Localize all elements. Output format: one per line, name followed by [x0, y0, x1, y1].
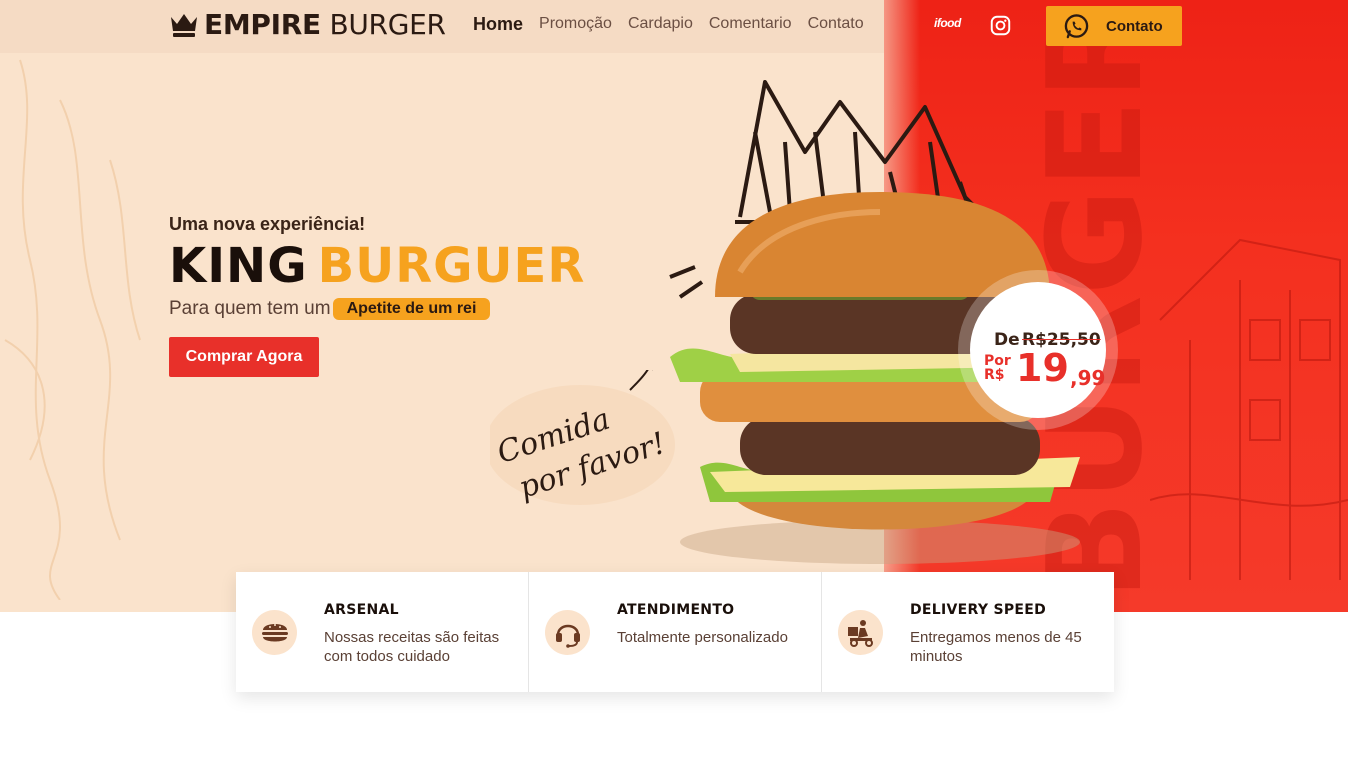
sketch-decoration — [4, 59, 141, 600]
feature-card: ATENDIMENTO Totalmente personalizado — [529, 572, 822, 692]
hero-subtitle: Para quem tem um Apetite de um rei — [169, 298, 491, 320]
main-menu: Home Promoção Cardapio Comentario Contat… — [473, 14, 864, 35]
price-new-cents: ,99 — [1070, 366, 1106, 390]
hero-title-dark: KING — [169, 238, 308, 294]
building-sketch — [1150, 238, 1348, 580]
nav-comentario[interactable]: Comentario — [709, 15, 792, 35]
instagram-icon[interactable] — [990, 15, 1011, 36]
headset-icon — [545, 610, 590, 655]
hero-title: KING BURGUER — [169, 238, 585, 294]
brand-name: EMPIRE BURGER — [204, 8, 446, 41]
price-for-label: Por R$ — [984, 354, 1011, 382]
contact-button[interactable]: Contato — [1046, 6, 1182, 46]
whatsapp-icon — [1064, 13, 1089, 38]
brand-logo[interactable]: EMPIRE BURGER — [168, 8, 446, 41]
feature-text: Nossas receitas são feitas com todos cui… — [324, 629, 500, 665]
nav-promocao[interactable]: Promoção — [539, 15, 612, 35]
features-bar: ARSENAL Nossas receitas são feitas com t… — [236, 572, 1114, 692]
feature-title: ARSENAL — [324, 602, 399, 618]
hero-subtitle-text: Para quem tem um — [169, 298, 331, 319]
contact-button-label: Contato — [1106, 17, 1163, 35]
ifood-icon[interactable]: ifood — [934, 16, 961, 30]
nav-contato[interactable]: Contato — [808, 15, 864, 35]
crown-icon — [171, 13, 197, 37]
hero-tagline: Uma nova experiência! — [169, 214, 366, 234]
burger-icon — [252, 610, 297, 655]
price-badge-inner: De R$25,50 Por R$ 19 ,99 — [970, 282, 1106, 418]
feature-card: DELIVERY SPEED Entregamos menos de 45 mi… — [822, 572, 1114, 692]
nav-home[interactable]: Home — [473, 14, 523, 35]
buy-now-button[interactable]: Comprar Agora — [169, 337, 319, 377]
nav-cardapio[interactable]: Cardapio — [628, 15, 693, 35]
feature-title: DELIVERY SPEED — [910, 602, 1047, 618]
price-currency: R$ — [984, 367, 1005, 383]
landing-page: BURGER EMPIRE BURGER Home Promoção Carda… — [0, 0, 1348, 765]
feature-text: Totalmente personalizado — [617, 629, 788, 646]
feature-text: Entregamos menos de 45 minutos — [910, 629, 1082, 665]
feature-card: ARSENAL Nossas receitas são feitas com t… — [236, 572, 529, 692]
hero-title-accent: BURGUER — [317, 238, 586, 294]
delivery-icon — [838, 610, 883, 655]
feature-title: ATENDIMENTO — [617, 602, 735, 618]
hero-highlight-pill: Apetite de um rei — [332, 298, 491, 320]
price-new: 19 — [1016, 346, 1069, 390]
price-badge: De R$25,50 Por R$ 19 ,99 — [958, 270, 1118, 430]
